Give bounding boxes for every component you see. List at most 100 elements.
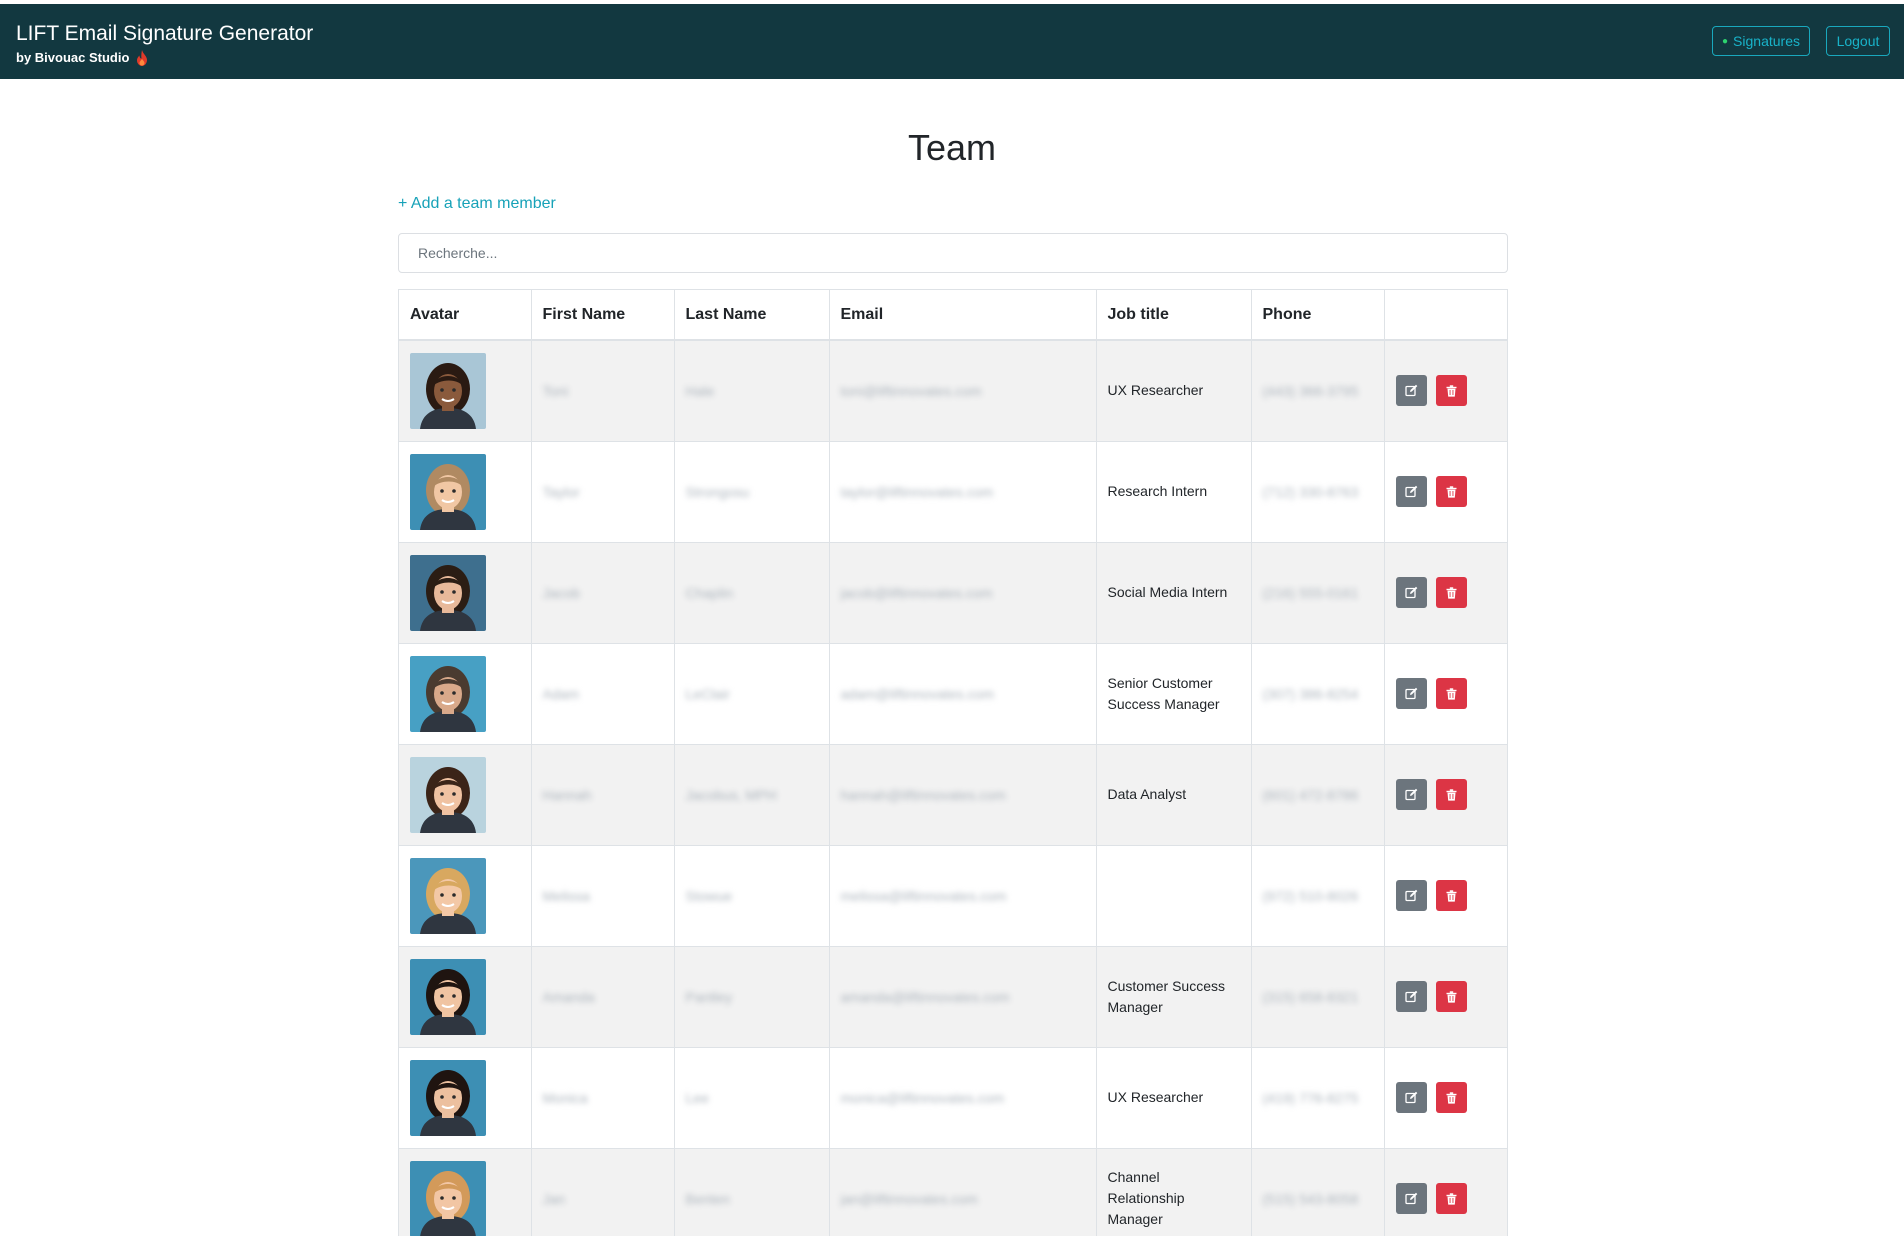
- phone: (315) 658-8321: [1262, 988, 1359, 1005]
- avatar-cell: [399, 642, 532, 744]
- email-cell: monica@liftinnovates.com: [829, 1046, 1097, 1148]
- row-actions: [1395, 981, 1499, 1012]
- job-title-cell: Research Intern: [1096, 440, 1252, 542]
- avatar-cell: [399, 945, 532, 1047]
- actions-cell: [1384, 1147, 1507, 1236]
- row-actions: [1395, 476, 1499, 507]
- app-subtitle-row: by Bivouac Studio: [16, 49, 313, 67]
- avatar[interactable]: [410, 655, 486, 732]
- header-first-name: First Name: [531, 290, 675, 341]
- email: taylor@liftinnovates.com: [840, 483, 994, 500]
- delete-button[interactable]: [1435, 1183, 1467, 1215]
- phone: (712) 330-8763: [1262, 483, 1359, 500]
- brand[interactable]: LIFT Email Signature Generator by Bivoua…: [16, 20, 313, 67]
- edit-button[interactable]: [1395, 779, 1427, 810]
- last-name: Benten: [685, 1190, 730, 1207]
- phone-cell: (443) 366-3795: [1251, 339, 1385, 441]
- phone: (307) 386-8254: [1262, 685, 1359, 702]
- delete-button[interactable]: [1435, 678, 1467, 709]
- edit-button[interactable]: [1395, 1082, 1427, 1113]
- edit-icon: [1404, 990, 1417, 1003]
- email: melissa@liftinnovates.com: [840, 887, 1007, 904]
- phone-cell: (419) 776-8275: [1251, 1046, 1385, 1148]
- table-row: Monica Lee monica@liftinnovates.com UX Rese…: [399, 1046, 1507, 1148]
- avatar[interactable]: [410, 453, 486, 530]
- delete-button[interactable]: [1435, 779, 1467, 810]
- email: amanda@liftinnovates.com: [840, 988, 1010, 1005]
- avatar[interactable]: [410, 756, 486, 833]
- email: adam@liftinnovates.com: [840, 685, 995, 702]
- row-actions: [1395, 1183, 1499, 1215]
- avatar[interactable]: [410, 352, 486, 429]
- job-title: UX Researcher: [1107, 1089, 1204, 1105]
- last-name: Hale: [685, 382, 715, 399]
- signatures-button[interactable]: ● Signatures: [1712, 26, 1810, 56]
- avatar-cell: [399, 541, 532, 643]
- first-name-cell: Monica: [531, 1046, 675, 1148]
- table-body: Toni Hale toni@liftinnovates.com UX Researc…: [399, 339, 1507, 1236]
- edit-button[interactable]: [1395, 577, 1427, 608]
- email-cell: taylor@liftinnovates.com: [829, 440, 1097, 542]
- edit-button[interactable]: [1395, 375, 1427, 407]
- delete-button[interactable]: [1435, 880, 1467, 911]
- edit-button[interactable]: [1395, 678, 1427, 709]
- delete-button[interactable]: [1435, 981, 1467, 1012]
- header-phone: Phone: [1251, 290, 1385, 341]
- email: hannah@liftinnovates.com: [840, 786, 1006, 803]
- avatar[interactable]: [410, 554, 486, 631]
- edit-icon: [1404, 889, 1417, 902]
- actions-cell: [1384, 440, 1507, 542]
- delete-button[interactable]: [1435, 1082, 1467, 1113]
- edit-icon: [1404, 586, 1417, 599]
- edit-button[interactable]: [1395, 880, 1427, 911]
- delete-button[interactable]: [1435, 577, 1467, 608]
- first-name-cell: Amanda: [531, 945, 675, 1047]
- phone: (601) 472-8786: [1262, 786, 1359, 803]
- last-name-cell: LeClair: [674, 642, 830, 744]
- table-row: Jacob Chaplin jacob@liftinnovates.com Socia…: [399, 541, 1507, 643]
- actions-cell: [1384, 743, 1507, 845]
- avatar-cell: [399, 844, 532, 946]
- search-input[interactable]: [398, 233, 1508, 273]
- table-header-row: Avatar First Name Last Name Email Job ti…: [399, 290, 1507, 341]
- avatar[interactable]: [410, 857, 486, 934]
- avatar[interactable]: [410, 1059, 486, 1136]
- table-row: Hannah Jacobus, MPH hannah@liftinnovates.c…: [399, 743, 1507, 845]
- phone: (443) 366-3795: [1262, 382, 1359, 399]
- row-actions: [1395, 375, 1499, 407]
- delete-button[interactable]: [1435, 375, 1467, 407]
- email-cell: melissa@liftinnovates.com: [829, 844, 1097, 946]
- avatar[interactable]: [410, 958, 486, 1035]
- table-row: Adam LeClair adam@liftinnovates.com Senior …: [399, 642, 1507, 744]
- email-cell: adam@liftinnovates.com: [829, 642, 1097, 744]
- last-name: Lee: [685, 1089, 709, 1106]
- trash-icon: [1446, 1193, 1456, 1205]
- phone-cell: (601) 472-8786: [1251, 743, 1385, 845]
- job-title-cell: Data Analyst: [1096, 743, 1252, 845]
- job-title: Channel Relationship Manager: [1107, 1169, 1185, 1228]
- edit-button[interactable]: [1395, 1183, 1427, 1215]
- add-team-member-link[interactable]: + Add a team member: [398, 195, 556, 213]
- last-name-cell: Lee: [674, 1046, 830, 1148]
- table-row: Amanda Pantley amanda@liftinnovates.com Cus…: [399, 945, 1507, 1047]
- actions-cell: [1384, 541, 1507, 643]
- email: monica@liftinnovates.com: [840, 1089, 1005, 1106]
- email: toni@liftinnovates.com: [840, 382, 982, 399]
- last-name: LeClair: [685, 685, 730, 702]
- job-title: Social Media Intern: [1107, 584, 1228, 600]
- job-title: Data Analyst: [1107, 786, 1187, 802]
- avatar[interactable]: [410, 1160, 486, 1236]
- phone-cell: (307) 386-8254: [1251, 642, 1385, 744]
- phone-cell: (216) 555-0161: [1251, 541, 1385, 643]
- first-name: Jan: [542, 1190, 566, 1207]
- last-name: Strongosu: [685, 483, 750, 500]
- job-title: Customer Success Manager: [1107, 977, 1225, 1015]
- edit-button[interactable]: [1395, 476, 1427, 507]
- edit-button[interactable]: [1395, 981, 1427, 1012]
- last-name: Pantley: [685, 988, 733, 1005]
- actions-cell: [1384, 1046, 1507, 1148]
- email-cell: toni@liftinnovates.com: [829, 339, 1097, 441]
- last-name: Chaplin: [685, 584, 733, 601]
- logout-button[interactable]: Logout: [1826, 26, 1890, 56]
- delete-button[interactable]: [1435, 476, 1467, 507]
